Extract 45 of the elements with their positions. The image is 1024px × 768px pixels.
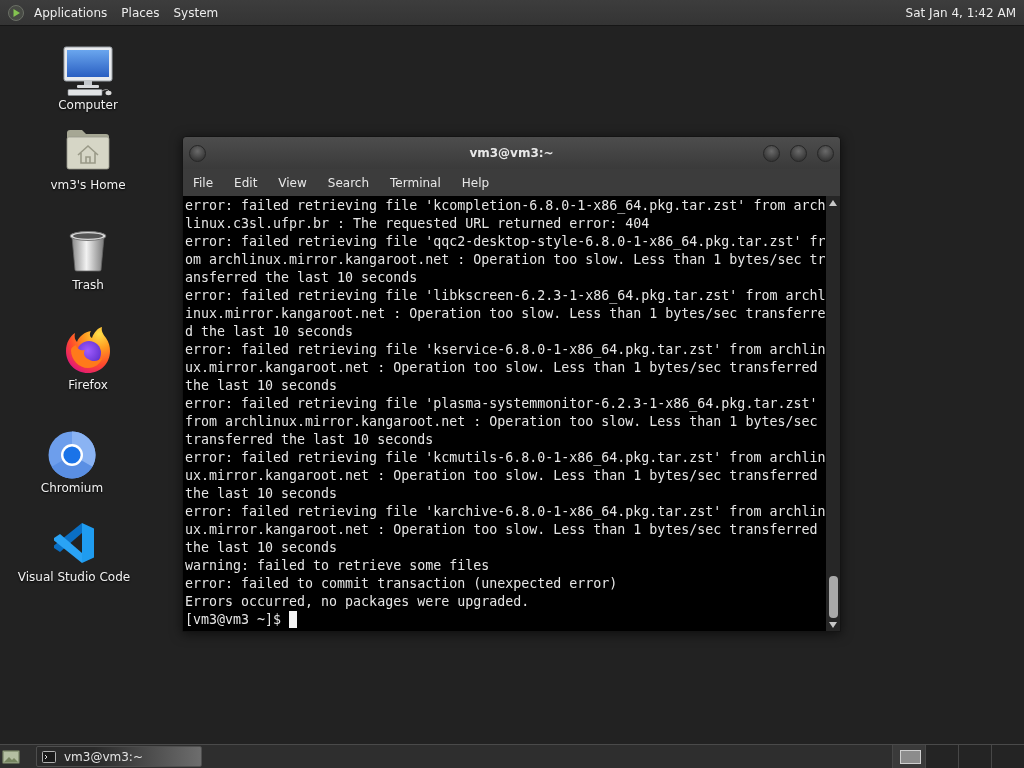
panel-menu[interactable]: System — [166, 1, 226, 24]
taskbar-button[interactable]: vm3@vm3:~ — [36, 746, 202, 767]
desktop-icon-label[interactable]: vm3's Home — [50, 177, 126, 193]
menu-item[interactable]: File — [183, 170, 224, 195]
clock[interactable]: Sat Jan 4, 1:42 AM — [905, 1, 1016, 24]
panel-menu[interactable]: Applications — [27, 1, 115, 24]
workspace-tile[interactable] — [991, 745, 1024, 768]
terminal-icon — [42, 750, 56, 763]
terminal-line: warning: failed to retrieve some files — [185, 557, 491, 575]
scrollbar-thumb[interactable] — [828, 576, 838, 618]
panel-menu[interactable]: Places — [114, 1, 167, 24]
scroll-down-arrow-icon[interactable] — [829, 622, 837, 628]
desktop-icon-label[interactable]: Chromium — [40, 480, 104, 496]
menu-item[interactable]: View — [268, 170, 317, 195]
window-thumbnail-icon — [900, 749, 921, 764]
terminal-line: error: failed to commit transaction (unexpected error) — [185, 575, 619, 593]
scrollbar[interactable] — [826, 196, 840, 631]
menu-item[interactable]: Edit — [224, 170, 268, 195]
window-title: vm3@vm3:~ — [469, 145, 554, 161]
firefox-logo-icon[interactable] — [64, 326, 112, 374]
menu-item[interactable]: Help — [451, 170, 500, 195]
desktop-icon-label[interactable]: Visual Studio Code — [17, 569, 131, 585]
terminal-prompt: [vm3@vm3 ~]$ — [185, 612, 282, 627]
menu-item[interactable]: Search — [317, 170, 380, 195]
workspace-tile[interactable] — [892, 745, 925, 768]
desktop-icon-label[interactable]: Computer — [58, 97, 118, 113]
terminal-line: Errors occurred, no packages were upgraded. — [185, 593, 531, 611]
home-folder-icon[interactable] — [66, 128, 110, 170]
triangle-logo-icon[interactable] — [8, 4, 24, 21]
chromium-logo-icon[interactable] — [48, 431, 96, 479]
window-control-button[interactable] — [817, 144, 834, 162]
scroll-up-arrow-icon[interactable] — [829, 200, 837, 206]
menu-item[interactable]: Terminal — [380, 170, 451, 195]
window-control-button[interactable] — [763, 144, 780, 162]
desktop-icon-label[interactable]: Firefox — [68, 377, 108, 393]
window-control-button[interactable] — [790, 144, 807, 162]
workspace-tile[interactable] — [958, 745, 991, 768]
desktop-icon-label[interactable]: Trash — [72, 277, 104, 293]
text-cursor-icon — [289, 611, 298, 628]
show-desktop-icon[interactable] — [2, 747, 20, 766]
workspace-tile[interactable] — [925, 745, 958, 768]
computer-monitor-icon[interactable] — [63, 46, 113, 96]
trash-can-icon[interactable] — [68, 230, 108, 272]
vscode-logo-icon[interactable] — [52, 521, 96, 565]
window-control-button[interactable] — [189, 144, 206, 162]
